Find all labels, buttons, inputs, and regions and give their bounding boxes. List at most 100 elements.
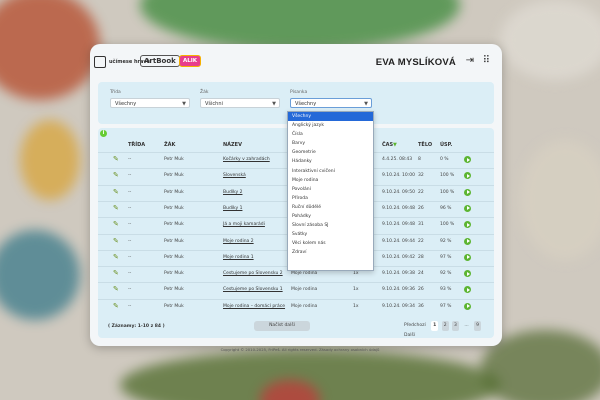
cell-trida: -- [128, 222, 132, 228]
dropdown-option[interactable]: Čísla [288, 130, 373, 139]
dropdown-option[interactable]: Geometrie [288, 148, 373, 157]
cell-nazev[interactable]: Moje rodina 1 [223, 255, 254, 260]
dropdown-option[interactable]: Pohádky [288, 212, 373, 221]
table-row[interactable]: ✎ -- Petr Muk Moje rodina – domácí práce Moj… [98, 298, 494, 314]
cell-trida: -- [128, 205, 132, 211]
col-header-nazev[interactable]: NÁZEV [223, 142, 242, 148]
col-header-trida[interactable]: TŘÍDA [128, 142, 145, 148]
cell-telo: 36 [418, 303, 424, 309]
cell-count: 1x [353, 271, 359, 277]
cell-nazev[interactable]: Moje rodina – domácí práce [223, 304, 285, 309]
cell-cas: 9.10.24. 09:50 [382, 189, 416, 195]
edit-pencil-icon[interactable]: ✎ [113, 220, 119, 228]
edit-pencil-icon[interactable]: ✎ [113, 155, 119, 163]
edit-pencil-icon[interactable]: ✎ [113, 269, 119, 277]
pager-page-9[interactable]: 9 [474, 321, 481, 331]
filter-label-trida: Třída [110, 90, 121, 95]
load-more-button[interactable]: Načíst další [254, 321, 310, 331]
edit-pencil-icon[interactable]: ✎ [113, 171, 119, 179]
edit-pencil-icon[interactable]: ✎ [113, 188, 119, 196]
pager-page-3[interactable]: 3 [452, 321, 459, 331]
col-header-zak[interactable]: ŽÁK [164, 142, 175, 148]
cell-zak: Petr Muk [164, 157, 184, 162]
edit-pencil-icon[interactable]: ✎ [113, 237, 119, 245]
cell-zak: Petr Muk [164, 271, 184, 277]
dropdown-option[interactable]: Zdraví [288, 248, 373, 257]
pager-next[interactable]: Další [402, 331, 417, 341]
cell-cas: 9.10.24. 09:42 [382, 254, 416, 260]
header: učímese hravě ArtBook ALIK EVA MYSLÍKOVÁ… [90, 44, 502, 82]
edit-pencil-icon[interactable]: ✎ [113, 204, 119, 212]
dropdown-option[interactable]: Anglický jazyk [288, 121, 373, 130]
play-icon[interactable] [464, 286, 471, 294]
info-icon[interactable]: i [100, 130, 107, 137]
pager-page-1[interactable]: 1 [431, 321, 439, 331]
logout-icon[interactable]: ⇥ [466, 56, 474, 66]
edit-pencil-icon[interactable]: ✎ [113, 285, 119, 293]
cell-telo: 28 [418, 254, 424, 260]
cell-trida: -- [128, 254, 132, 260]
cell-nazev[interactable]: Moje rodina 2 [223, 239, 254, 244]
cell-cas: 9.10.24. 09:48 [382, 222, 416, 228]
apps-grid-icon[interactable]: ⠿ [483, 56, 490, 66]
artbook-logo[interactable]: ArtBook [140, 55, 180, 67]
play-icon[interactable] [464, 270, 471, 278]
cell-trida: -- [128, 238, 132, 244]
cell-nazev[interactable]: Já a moji kamarádi [223, 222, 265, 227]
cell-cas: 4.4.25. 08:43 [382, 157, 413, 162]
cell-zak: Petr Muk [164, 238, 184, 244]
play-icon[interactable] [464, 302, 471, 310]
cell-cas: 9.10.24. 09:34 [382, 303, 416, 309]
cell-nazev[interactable]: Budíky 2 [223, 190, 242, 195]
table-row[interactable]: ✎ -- Petr Muk Cestujeme po Slovensku 1 Moje … [98, 282, 494, 297]
filter-select-pisanka[interactable]: Všechny ▼ [290, 98, 372, 108]
col-header-telo[interactable]: TĚLO [418, 142, 432, 148]
cell-usp: 96 % [440, 205, 452, 211]
play-icon[interactable] [464, 172, 471, 180]
user-name[interactable]: EVA MYSLÍKOVÁ [376, 57, 456, 68]
dropdown-option[interactable]: Všechny [288, 112, 373, 122]
cell-nazev[interactable]: Slovenská [223, 173, 246, 178]
cell-nazev[interactable]: Kočárky v zahradách [223, 157, 270, 162]
dropdown-option[interactable]: Barvy [288, 139, 373, 148]
cell-trida: -- [128, 303, 132, 309]
dropdown-option[interactable]: Věci kolem nás [288, 239, 373, 248]
cell-zak: Petr Muk [164, 287, 184, 293]
pager-prev[interactable]: Předchozí [402, 321, 428, 331]
filter-select-trida[interactable]: Všechny ▼ [110, 98, 190, 108]
filter-select-zak[interactable]: Všichni ▼ [200, 98, 280, 108]
col-header-cas[interactable]: ČAS [382, 142, 393, 148]
cell-trida: -- [128, 189, 132, 195]
dropdown-option[interactable]: Svátky [288, 230, 373, 239]
pager-page-2[interactable]: 2 [441, 321, 449, 331]
dropdown-option[interactable]: Slovní zásoba SJ [288, 221, 373, 230]
dropdown-option[interactable]: Interaktivní cvičení [288, 167, 373, 176]
col-header-usp[interactable]: ÚSP. [440, 142, 452, 148]
cell-telo: 24 [418, 271, 424, 277]
kids-logo[interactable]: ALIK [179, 55, 202, 67]
cell-usp: 92 % [440, 271, 452, 277]
dropdown-option[interactable]: Ruční dödělé [288, 203, 373, 212]
edit-pencil-icon[interactable]: ✎ [113, 302, 119, 310]
cell-trida: -- [128, 157, 132, 162]
play-icon[interactable] [464, 237, 471, 245]
cell-nazev[interactable]: Cestujeme po Slovensku 1 [223, 287, 283, 292]
play-icon[interactable] [464, 253, 471, 261]
play-icon[interactable] [464, 204, 471, 212]
cell-zak: Petr Muk [164, 189, 184, 195]
dropdown-option[interactable]: Povolání [288, 185, 373, 194]
edit-pencil-icon[interactable]: ✎ [113, 253, 119, 261]
cell-telo: 8 [418, 157, 421, 162]
cell-telo: 22 [418, 189, 424, 195]
play-icon[interactable] [464, 156, 471, 163]
filter-label-zak: Žák [200, 90, 209, 95]
play-icon[interactable] [464, 188, 471, 196]
cell-telo: 26 [418, 205, 424, 211]
cell-tema: Moje rodina [291, 287, 318, 293]
play-icon[interactable] [464, 221, 471, 229]
cell-nazev[interactable]: Budíky 1 [223, 206, 242, 211]
cell-nazev[interactable]: Cestujeme po Slovensku 2 [223, 271, 283, 276]
dropdown-option[interactable]: Příroda [288, 194, 373, 203]
dropdown-option[interactable]: Moje rodina [288, 176, 373, 185]
dropdown-option[interactable]: Hádanky [288, 157, 373, 166]
